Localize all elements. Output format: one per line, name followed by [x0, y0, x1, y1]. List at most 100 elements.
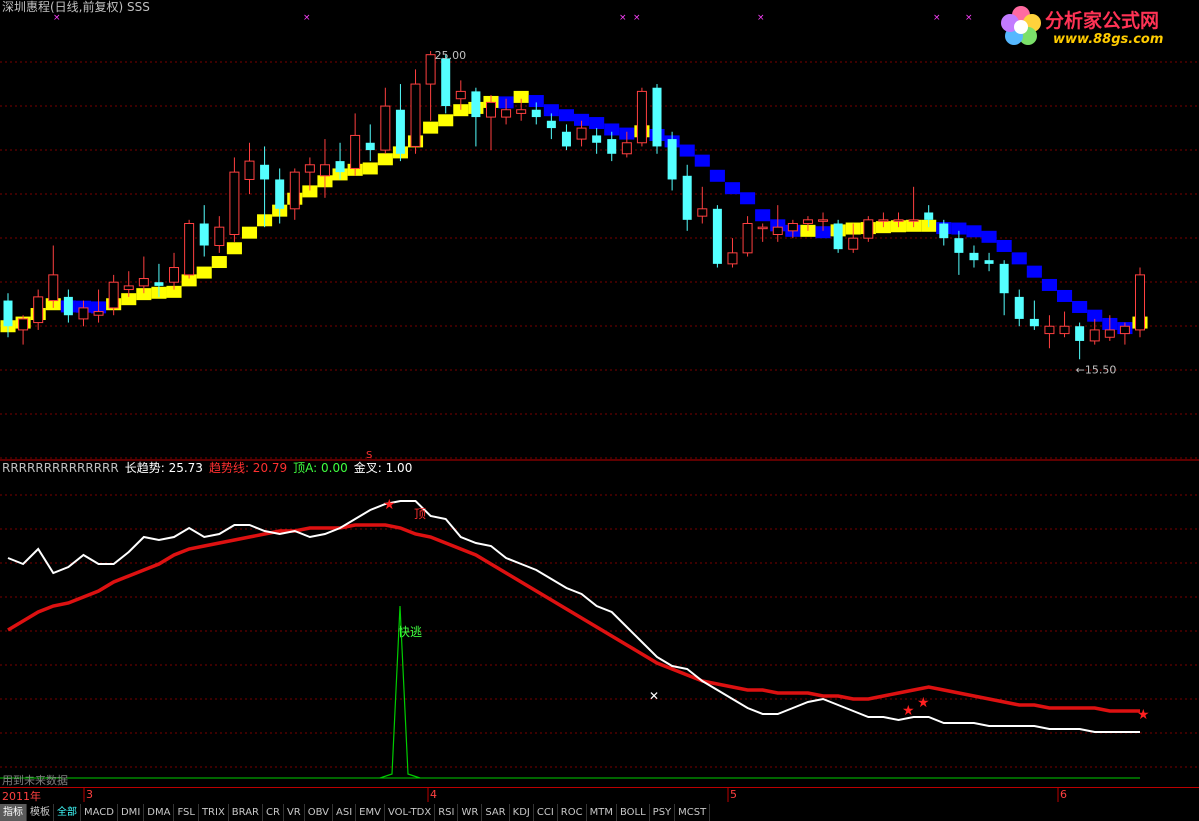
candle-body-down — [592, 135, 602, 143]
candle-body-up — [742, 222, 753, 254]
candle-body-down — [607, 139, 617, 154]
candle-body-up — [138, 278, 149, 287]
tab-模板[interactable]: 模板 — [27, 804, 54, 821]
candle-body-up — [48, 274, 59, 302]
candle-body-down — [275, 179, 285, 209]
candle-body-up — [410, 83, 421, 147]
tab-roc[interactable]: ROC — [558, 804, 587, 821]
trend-band-block — [1026, 265, 1042, 278]
candle-body-up — [93, 311, 104, 316]
date-axis-tick: 4 — [430, 788, 437, 801]
candle-body-up — [380, 105, 391, 151]
candle-body-up — [350, 134, 361, 169]
candle-body-up — [1044, 325, 1055, 335]
tab-dma[interactable]: DMA — [144, 804, 175, 821]
top-signal-x-marker: × — [757, 13, 765, 23]
tab-brar[interactable]: BRAR — [229, 804, 263, 821]
candle-body-down — [471, 91, 481, 118]
tab-trix[interactable]: TRIX — [199, 804, 229, 821]
tab-macd[interactable]: MACD — [81, 804, 118, 821]
trend-band-block — [755, 209, 771, 222]
trend-band-block — [709, 169, 725, 182]
top-annotation-label: 顶 — [414, 507, 426, 521]
kline-chart-canvas[interactable]: 25.00←15.50× × × × × × ×S快逃顶用到未来数据★★ ★★✕ — [0, 0, 1199, 821]
candle-body-up — [818, 219, 829, 222]
golden-cross-value: 金叉: 1.00 — [353, 461, 413, 475]
trend-band-block — [1041, 278, 1057, 291]
candle-body-up — [772, 226, 783, 236]
tab-wr[interactable]: WR — [458, 804, 483, 821]
tab-dmi[interactable]: DMI — [118, 804, 145, 821]
date-axis-tick: 5 — [730, 788, 737, 801]
candle-body-down — [682, 175, 692, 220]
candle-body-up — [1119, 325, 1130, 335]
tab-指标[interactable]: 指标 — [0, 804, 27, 821]
candle-body-down — [365, 142, 375, 151]
tab-sar[interactable]: SAR — [482, 804, 510, 821]
trend-band-block — [1056, 289, 1073, 302]
top-signal-x-marker: × — [53, 13, 61, 23]
tab-rsi[interactable]: RSI — [435, 804, 459, 821]
top-signal-x-marker: × — [303, 13, 311, 23]
tab-cci[interactable]: CCI — [534, 804, 558, 821]
tab-mtm[interactable]: MTM — [587, 804, 617, 821]
tab-asi[interactable]: ASI — [333, 804, 357, 821]
tab-kdj[interactable]: KDJ — [510, 804, 534, 821]
candle-body-down — [712, 208, 722, 264]
stock-title: 深圳惠程(日线,前复权) SSS — [2, 0, 150, 14]
tab-boll[interactable]: BOLL — [617, 804, 650, 821]
watermark-url: www.88gs.com — [1053, 32, 1164, 47]
candle-body-down — [335, 161, 345, 173]
future-data-warning: 用到未来数据 — [2, 773, 68, 787]
candle-body-up — [319, 164, 330, 177]
candle-body-up — [123, 285, 134, 291]
tab-全部[interactable]: 全部 — [54, 804, 81, 821]
trend-band-block — [362, 162, 378, 175]
trend-band-block — [558, 109, 574, 122]
candle-body-down — [984, 260, 994, 264]
candle-body-down — [441, 58, 451, 107]
trend-band-block — [589, 117, 605, 130]
trend-band-block — [679, 144, 695, 157]
trend-band-block — [196, 266, 212, 279]
tab-mcst[interactable]: MCST — [675, 804, 711, 821]
tab-emv[interactable]: EMV — [356, 804, 385, 821]
candle-body-up — [1135, 274, 1145, 331]
long-trend-line-white — [7, 500, 1140, 733]
date-axis-tick: 2011年 — [2, 790, 41, 803]
candle-body-up — [78, 307, 89, 320]
candle-body-down — [652, 87, 662, 147]
tab-obv[interactable]: OBV — [305, 804, 333, 821]
candle-body-up — [636, 90, 647, 144]
date-axis: 2011年 3 4 5 6 — [0, 787, 1199, 803]
candle-body-down — [260, 164, 270, 180]
candle-body-down — [154, 282, 164, 286]
top-signal-x-marker: × — [933, 13, 941, 23]
tab-psy[interactable]: PSY — [650, 804, 676, 821]
candle-body-down — [63, 296, 73, 316]
candle-body-down — [833, 223, 843, 250]
candle-body-up — [169, 267, 180, 283]
tab-vol-tdx[interactable]: VOL-TDX — [385, 804, 436, 821]
candle-body-up — [1059, 325, 1070, 335]
tab-vr[interactable]: VR — [284, 804, 305, 821]
candle-body-up — [787, 222, 798, 232]
trend-band-block — [996, 239, 1012, 252]
trend-band-block — [423, 121, 439, 134]
candle-body-up — [18, 318, 29, 331]
candle-body-up — [621, 142, 632, 155]
tab-fsl[interactable]: FSL — [174, 804, 199, 821]
fast-escape-label: 快逃 — [398, 625, 422, 639]
trend-line-red — [7, 523, 1140, 713]
trend-band-block — [211, 256, 227, 269]
candle-body-down — [924, 212, 934, 220]
candle-body-down — [3, 300, 13, 327]
tab-cr[interactable]: CR — [263, 804, 284, 821]
candle-body-down — [1029, 318, 1039, 327]
top-signal-x-marker: × — [633, 13, 641, 23]
top-a-value: 顶A: 0.00 — [293, 461, 348, 475]
candle-body-down — [531, 109, 541, 118]
trend-band-block — [241, 226, 258, 239]
candle-body-up — [878, 219, 889, 222]
candle-body-up — [863, 219, 874, 239]
